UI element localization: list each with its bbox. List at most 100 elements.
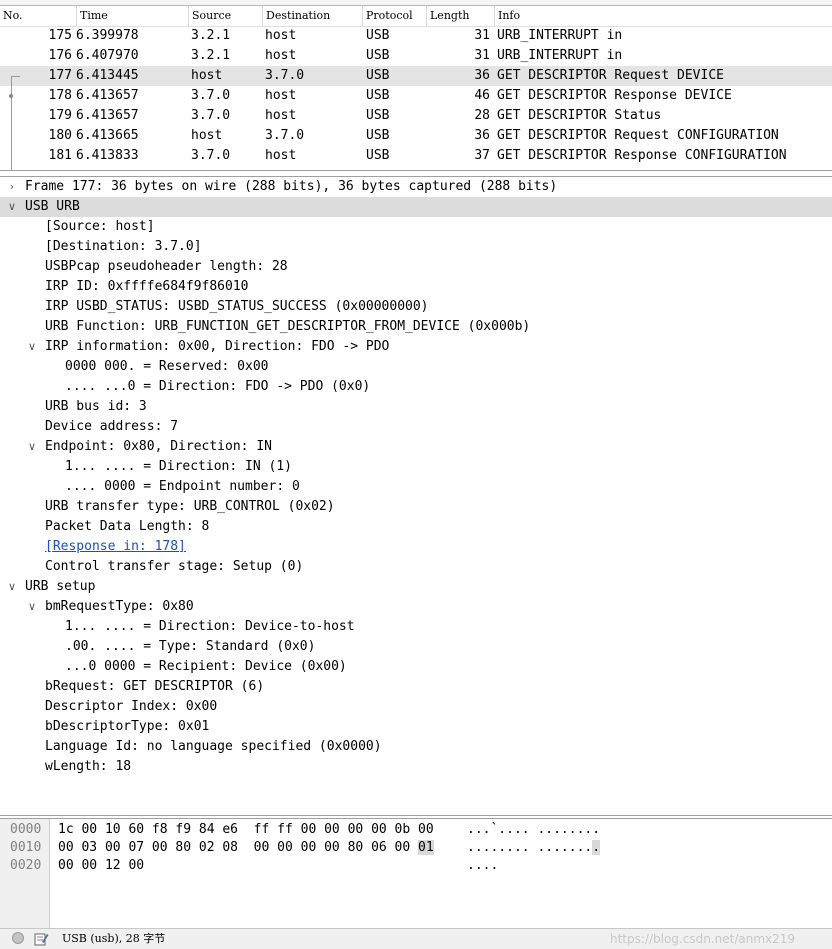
- tree-item[interactable]: .00. .... = Type: Standard (0x0): [0, 637, 832, 657]
- column-header-protocol[interactable]: Protocol: [362, 6, 426, 26]
- column-header-source[interactable]: Source: [188, 6, 262, 26]
- chevron-down-icon[interactable]: ∨: [26, 437, 38, 457]
- ascii-bytes[interactable]: ........ ........: [467, 839, 601, 857]
- tree-item[interactable]: .... 0000 = Endpoint number: 0: [0, 477, 832, 497]
- hex-bytes[interactable]: 00 00 12 00: [58, 857, 144, 875]
- tree-item[interactable]: 0000 000. = Reserved: 0x00: [0, 357, 832, 377]
- tree-item[interactable]: ∨ Endpoint: 0x80, Direction: IN: [0, 437, 832, 457]
- tree-item[interactable]: ∨ IRP information: 0x00, Direction: FDO -…: [0, 337, 832, 357]
- packet-row[interactable]: 175 6.399978 3.2.1 host USB 31 URB_INTERRUPT i…: [0, 26, 832, 46]
- bytes-row[interactable]: 0000 1c 00 10 60 f8 f9 84 e6 ff ff 00 00 …: [0, 821, 832, 839]
- tree-item[interactable]: 1... .... = Direction: Device-to-host: [0, 617, 832, 637]
- tree-item-label: URB setup: [25, 579, 96, 594]
- packet-row[interactable]: 176 6.407970 3.2.1 host USB 31 URB_INTERRUPT i…: [0, 46, 832, 66]
- column-header-no[interactable]: No.: [0, 6, 76, 26]
- tree-item-label: [Source: host]: [45, 219, 155, 234]
- bytes-row[interactable]: 0010 00 03 00 07 00 80 02 08 00 00 00 00 …: [0, 839, 832, 857]
- tree-item[interactable]: ∨ bmRequestType: 0x80: [0, 597, 832, 617]
- tree-item-label: Language Id: no language specified (0x00…: [45, 739, 382, 754]
- packet-info: URB_INTERRUPT in: [497, 28, 623, 43]
- tree-item-label: IRP USBD_STATUS: USBD_STATUS_SUCCESS (0x…: [45, 299, 429, 314]
- column-header-destination[interactable]: Destination: [262, 6, 362, 26]
- status-bar: USB (usb), 28 字节 https://blog.csdn.net/a…: [0, 928, 832, 949]
- edit-note-icon[interactable]: [33, 931, 49, 947]
- tree-item[interactable]: ∨ USB URB: [0, 197, 832, 217]
- ascii-bytes[interactable]: ....: [467, 857, 498, 875]
- packet-details-pane[interactable]: › Frame 177: 36 bytes on wire (288 bits),…: [0, 176, 832, 816]
- column-header-time[interactable]: Time: [76, 6, 188, 26]
- tree-item-label: .... ...0 = Direction: FDO -> PDO (0x0): [65, 379, 371, 394]
- tree-item[interactable]: IRP USBD_STATUS: USBD_STATUS_SUCCESS (0x…: [0, 297, 832, 317]
- tree-item[interactable]: [Response in: 178]: [0, 537, 832, 557]
- packet-bytes-pane[interactable]: 0000 1c 00 10 60 f8 f9 84 e6 ff ff 00 00 …: [0, 818, 832, 929]
- status-ready-icon[interactable]: [12, 932, 24, 944]
- tree-item[interactable]: [Source: host]: [0, 217, 832, 237]
- tree-item[interactable]: Packet Data Length: 8: [0, 517, 832, 537]
- packet-info: GET DESCRIPTOR Request DEVICE: [497, 68, 724, 83]
- chevron-down-icon[interactable]: ∨: [6, 577, 18, 597]
- tree-item-label: Endpoint: 0x80, Direction: IN: [45, 439, 272, 454]
- ascii-bytes[interactable]: ...`.... ........: [467, 821, 600, 839]
- tree-item[interactable]: Descriptor Index: 0x00: [0, 697, 832, 717]
- byte-offset: 0020: [10, 858, 42, 873]
- tree-item[interactable]: URB transfer type: URB_CONTROL (0x02): [0, 497, 832, 517]
- tree-item-label: bmRequestType: 0x80: [45, 599, 194, 614]
- packet-row[interactable]: 178 6.413657 3.7.0 host USB 46 GET DESCRIPTOR …: [0, 86, 832, 106]
- response-in-link[interactable]: [Response in: 178]: [45, 537, 186, 557]
- tree-item[interactable]: Control transfer stage: Setup (0): [0, 557, 832, 577]
- column-header-info[interactable]: Info: [494, 6, 832, 26]
- tree-item-label: wLength: 18: [45, 759, 132, 774]
- tree-item-label: 0000 000. = Reserved: 0x00: [65, 359, 269, 374]
- column-header-length[interactable]: Length: [426, 6, 494, 26]
- tree-item[interactable]: Device address: 7: [0, 417, 832, 437]
- hex-bytes[interactable]: 1c 00 10 60 f8 f9 84 e6 ff ff 00 00 00 0…: [58, 821, 434, 839]
- tree-item[interactable]: › Frame 177: 36 bytes on wire (288 bits),…: [0, 177, 832, 197]
- tree-item-label: Descriptor Index: 0x00: [45, 699, 218, 714]
- tree-item[interactable]: .... ...0 = Direction: FDO -> PDO (0x0): [0, 377, 832, 397]
- packet-length: 31: [474, 48, 490, 63]
- tree-item[interactable]: IRP ID: 0xffffe684f9f86010: [0, 277, 832, 297]
- packet-row[interactable]: 179 6.413657 3.7.0 host USB 28 GET DESCRIPTOR …: [0, 106, 832, 126]
- chevron-right-icon[interactable]: ›: [6, 177, 18, 197]
- packet-row[interactable]: 180 6.413665 host 3.7.0 USB 36 GET DESCRIPTOR …: [0, 126, 832, 146]
- tree-item-label: ...0 0000 = Recipient: Device (0x00): [65, 659, 347, 674]
- packet-length: 31: [474, 28, 490, 43]
- packet-list-pane[interactable]: No. Time Source Destination Protocol Len…: [0, 0, 832, 171]
- chevron-down-icon[interactable]: ∨: [26, 597, 38, 617]
- packet-info: GET DESCRIPTOR Request CONFIGURATION: [497, 128, 779, 143]
- tree-item[interactable]: ...0 0000 = Recipient: Device (0x00): [0, 657, 832, 677]
- ascii-bytes-highlight: .: [592, 840, 601, 855]
- tree-item[interactable]: bRequest: GET DESCRIPTOR (6): [0, 677, 832, 697]
- tree-item[interactable]: URB bus id: 3: [0, 397, 832, 417]
- hex-bytes-text: 1c 00 10 60 f8 f9 84 e6 ff ff 00 00 00 0…: [58, 822, 434, 837]
- tree-item[interactable]: 1... .... = Direction: IN (1): [0, 457, 832, 477]
- ascii-bytes-text: ...`.... ........: [467, 822, 601, 837]
- tree-item[interactable]: bDescriptorType: 0x01: [0, 717, 832, 737]
- tree-item-label: USB URB: [25, 199, 80, 214]
- packet-row[interactable]: 177 6.413445 host 3.7.0 USB 36 GET DESCRIPTOR …: [0, 66, 832, 86]
- tree-item[interactable]: URB Function: URB_FUNCTION_GET_DESCRIPTO…: [0, 317, 832, 337]
- tree-item[interactable]: [Destination: 3.7.0]: [0, 237, 832, 257]
- chevron-down-icon[interactable]: ∨: [6, 197, 18, 217]
- tree-item[interactable]: USBPcap pseudoheader length: 28: [0, 257, 832, 277]
- ascii-bytes-text: ........ .......: [467, 840, 593, 855]
- tree-item-label: [Destination: 3.7.0]: [45, 239, 202, 254]
- hex-bytes-highlight: 01: [418, 840, 434, 855]
- packet-list-header: No. Time Source Destination Protocol Len…: [0, 6, 832, 27]
- tree-item-label: .00. .... = Type: Standard (0x0): [65, 639, 316, 654]
- chevron-down-icon[interactable]: ∨: [26, 337, 38, 357]
- tree-item-label: 1... .... = Direction: IN (1): [65, 459, 292, 474]
- tree-item[interactable]: Language Id: no language specified (0x00…: [0, 737, 832, 757]
- tree-item-label: Packet Data Length: 8: [45, 519, 210, 534]
- tree-item[interactable]: ∨ URB setup: [0, 577, 832, 597]
- bytes-row[interactable]: 0020 00 00 12 00....: [0, 857, 832, 875]
- packet-length: 36: [474, 128, 490, 143]
- tree-item[interactable]: wLength: 18: [0, 757, 832, 777]
- ascii-bytes-text: ....: [467, 858, 499, 873]
- hex-bytes[interactable]: 00 03 00 07 00 80 02 08 00 00 00 00 80 0…: [58, 839, 434, 857]
- status-text: USB (usb), 28 字节: [62, 932, 166, 945]
- packet-row[interactable]: 181 6.413833 3.7.0 host USB 37 GET DESCRIPTOR …: [0, 146, 832, 166]
- packet-info: GET DESCRIPTOR Status: [497, 108, 662, 123]
- tree-item-label: USBPcap pseudoheader length: 28: [45, 259, 288, 274]
- tree-item-label: IRP information: 0x00, Direction: FDO ->…: [45, 339, 390, 354]
